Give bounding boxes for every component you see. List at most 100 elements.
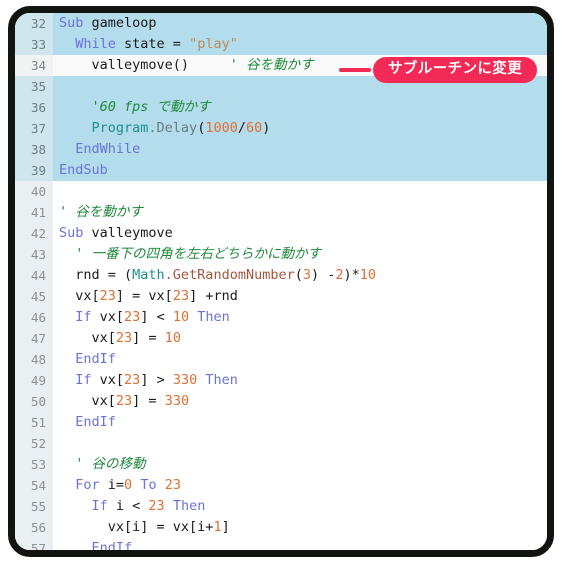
- code-line[interactable]: 45 vx[23] = vx[23] +rnd: [15, 286, 547, 307]
- code-line[interactable]: 56 vx[i] = vx[i+1]: [15, 517, 547, 538]
- line-number: 51: [15, 412, 53, 433]
- token-cmt: ' 谷を動かす: [229, 57, 314, 73]
- token-id: [59, 309, 75, 325]
- token-kw: EndIf: [91, 540, 133, 556]
- line-number: 43: [15, 244, 53, 265]
- line-number: 32: [15, 13, 53, 34]
- token-mth2: .Delay: [148, 120, 198, 136]
- code-line[interactable]: 44 rnd = (Math.GetRandomNumber(3) -2)*10: [15, 265, 547, 286]
- code-text: '60 fps で動かす: [53, 97, 211, 118]
- code-text: Sub valleymove: [53, 223, 173, 244]
- code-text: Sub gameloop: [53, 13, 157, 34]
- line-number: 44: [15, 265, 53, 286]
- token-id: ] =: [132, 393, 165, 409]
- token-num: 330: [172, 372, 198, 388]
- token-id: [59, 141, 75, 157]
- code-line[interactable]: 48 EndIf: [15, 349, 547, 370]
- token-kw: Then: [172, 498, 206, 514]
- token-num: 3: [302, 267, 311, 283]
- code-line[interactable]: 42 Sub valleymove: [15, 223, 547, 244]
- line-number: 47: [15, 328, 53, 349]
- line-number: 33: [15, 34, 53, 55]
- code-line[interactable]: 43 ' 一番下の四角を左右どちらかに動かす: [15, 244, 547, 265]
- code-line[interactable]: 53 ' 谷の移動: [15, 454, 547, 475]
- code-line[interactable]: 33 While state = "play": [15, 34, 547, 55]
- token-id: [59, 540, 92, 550]
- token-id: [59, 414, 75, 430]
- token-num: 1000: [205, 120, 238, 136]
- code-line[interactable]: 52: [15, 433, 547, 454]
- code-line[interactable]: 54 For i=0 To 23: [15, 475, 547, 496]
- token-id: (: [294, 267, 303, 283]
- code-text: vx[23] = vx[23] +rnd: [53, 286, 238, 307]
- code-line[interactable]: 35: [15, 76, 547, 97]
- token-id: [59, 498, 92, 514]
- code-line[interactable]: 46 If vx[23] < 10 Then: [15, 307, 547, 328]
- line-number: 42: [15, 223, 53, 244]
- code-text: While state = "play": [53, 34, 238, 55]
- token-id: [59, 246, 75, 262]
- code-text: vx[23] = 330: [53, 391, 190, 412]
- line-number: 41: [15, 202, 53, 223]
- code-text: For i=0 To 23: [53, 475, 181, 496]
- code-text: If vx[23] > 330 Then: [53, 370, 238, 391]
- code-line[interactable]: 47 vx[23] = 10: [15, 328, 547, 349]
- line-number: 39: [15, 160, 53, 181]
- token-id: gameloop: [83, 15, 157, 31]
- code-text: ' 谷を動かす: [53, 202, 143, 223]
- token-cmt: ' 谷の移動: [75, 456, 146, 472]
- code-text: Program.Delay(1000/60): [53, 118, 271, 139]
- code-line[interactable]: 57 EndIf: [15, 538, 547, 556]
- code-line[interactable]: 32 Sub gameloop: [15, 13, 547, 34]
- token-id: ) -: [311, 267, 336, 283]
- token-kw: Sub: [59, 225, 84, 241]
- token-cmt: ' 一番下の四角を左右どちらかに動かす: [75, 246, 322, 262]
- token-kw: EndIf: [75, 414, 116, 430]
- token-id: vx[: [59, 393, 116, 409]
- token-id: i <: [107, 498, 149, 514]
- line-number: 40: [15, 181, 53, 202]
- code-line[interactable]: 49 If vx[23] > 330 Then: [15, 370, 547, 391]
- code-line[interactable]: 51 EndIf: [15, 412, 547, 433]
- line-number: 37: [15, 118, 53, 139]
- code-text: If vx[23] < 10 Then: [53, 307, 230, 328]
- token-id: )*: [343, 267, 360, 283]
- line-number: 56: [15, 517, 53, 538]
- token-id: vx[i] = vx[i+: [59, 519, 214, 535]
- code-line[interactable]: 55 If i < 23 Then: [15, 496, 547, 517]
- token-num: 23: [99, 288, 116, 304]
- token-id: [59, 99, 92, 115]
- code-line[interactable]: 37 Program.Delay(1000/60): [15, 118, 547, 139]
- line-number: 54: [15, 475, 53, 496]
- line-number: 34: [15, 55, 53, 76]
- line-number: 53: [15, 454, 53, 475]
- code-line[interactable]: 34 valleymove() ' 谷を動かす: [15, 55, 547, 76]
- token-id: [157, 477, 165, 493]
- token-id: [59, 477, 75, 493]
- code-line[interactable]: 38 EndWhile: [15, 139, 547, 160]
- token-id: ] =: [132, 330, 165, 346]
- token-id: ] = vx[: [115, 288, 173, 304]
- token-obj: Math: [132, 267, 165, 283]
- code-text: If i < 23 Then: [53, 496, 206, 517]
- token-num: 10: [359, 267, 377, 283]
- code-line[interactable]: 36 '60 fps で動かす: [15, 97, 547, 118]
- token-obj: Program: [91, 120, 149, 136]
- line-number: 35: [15, 76, 53, 97]
- token-num: 10: [164, 330, 181, 346]
- token-id: ): [262, 120, 271, 136]
- token-id: [189, 309, 197, 325]
- code-line[interactable]: 41 ' 谷を動かす: [15, 202, 547, 223]
- token-num: 23: [148, 498, 165, 514]
- token-kw: Then: [197, 309, 230, 325]
- line-number: 50: [15, 391, 53, 412]
- code-line[interactable]: 50 vx[23] = 330: [15, 391, 547, 412]
- code-line[interactable]: 39 EndSub: [15, 160, 547, 181]
- code-text: ' 谷の移動: [53, 454, 146, 475]
- code-editor-surface[interactable]: 32 Sub gameloop 33 While state = "play" 34 …: [15, 13, 547, 550]
- token-cmt: '60 fps で動かす: [91, 99, 211, 115]
- token-id: ] <: [140, 309, 173, 325]
- code-line[interactable]: 40: [15, 181, 547, 202]
